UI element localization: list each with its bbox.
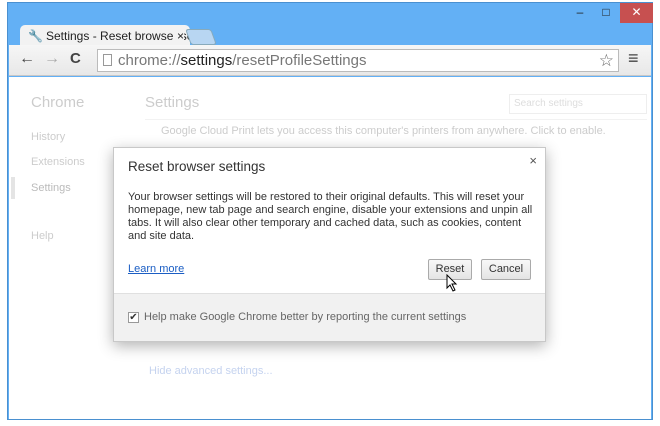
back-icon[interactable]: ← bbox=[19, 50, 35, 68]
address-bar[interactable]: chrome://settings/resetProfileSettings ☆ bbox=[97, 49, 619, 72]
tab-settings[interactable]: 🔧 Settings - Reset browser se × bbox=[20, 25, 190, 47]
close-icon[interactable]: × bbox=[529, 153, 537, 168]
dialog-body: Your browser settings will be restored t… bbox=[128, 191, 533, 242]
close-window-button[interactable]: ✕ bbox=[620, 3, 653, 23]
wrench-icon: 🔧 bbox=[28, 29, 43, 43]
tab-title: Settings - Reset browser se bbox=[46, 29, 190, 43]
url-scheme: chrome:// bbox=[118, 52, 181, 69]
reset-dialog: Reset browser settings × Your browser se… bbox=[113, 147, 546, 342]
sidebar-item-help[interactable]: Help bbox=[31, 230, 54, 242]
toolbar: ← → C chrome://settings/resetProfileSett… bbox=[9, 45, 651, 76]
learn-more-link[interactable]: Learn more bbox=[128, 263, 184, 275]
cancel-button[interactable]: Cancel bbox=[481, 259, 531, 280]
sidebar-item-extensions[interactable]: Extensions bbox=[31, 156, 85, 168]
sidebar-title: Chrome bbox=[31, 94, 85, 111]
hide-advanced-link[interactable]: Hide advanced settings... bbox=[149, 365, 273, 377]
selected-indicator bbox=[11, 177, 15, 199]
tab-close-icon[interactable]: × bbox=[173, 25, 184, 47]
page-title: Settings bbox=[145, 94, 200, 111]
minimize-button[interactable]: – bbox=[568, 3, 592, 23]
sidebar-item-history[interactable]: History bbox=[31, 131, 65, 143]
sidebar-item-settings[interactable]: Settings bbox=[31, 182, 71, 194]
reload-icon[interactable]: C bbox=[70, 50, 81, 67]
forward-icon[interactable]: → bbox=[44, 50, 60, 68]
dialog-footer: ✔ Help make Google Chrome better by repo… bbox=[114, 293, 545, 341]
cursor-icon bbox=[446, 274, 458, 292]
page-icon bbox=[103, 54, 112, 66]
menu-icon[interactable]: ≡ bbox=[628, 48, 639, 69]
maximize-button[interactable]: □ bbox=[594, 3, 618, 23]
url-path: /resetProfileSettings bbox=[232, 52, 367, 69]
star-icon[interactable]: ☆ bbox=[599, 50, 614, 71]
cloud-print-text[interactable]: Google Cloud Print lets you access this … bbox=[161, 125, 606, 137]
report-checkbox-label[interactable]: Help make Google Chrome better by report… bbox=[144, 311, 466, 323]
search-input[interactable]: Search settings bbox=[509, 94, 647, 114]
new-tab-button[interactable] bbox=[185, 29, 217, 45]
report-checkbox[interactable]: ✔ bbox=[128, 312, 139, 323]
dialog-title: Reset browser settings bbox=[128, 159, 266, 174]
divider bbox=[145, 119, 647, 120]
url-host: settings bbox=[180, 52, 233, 69]
